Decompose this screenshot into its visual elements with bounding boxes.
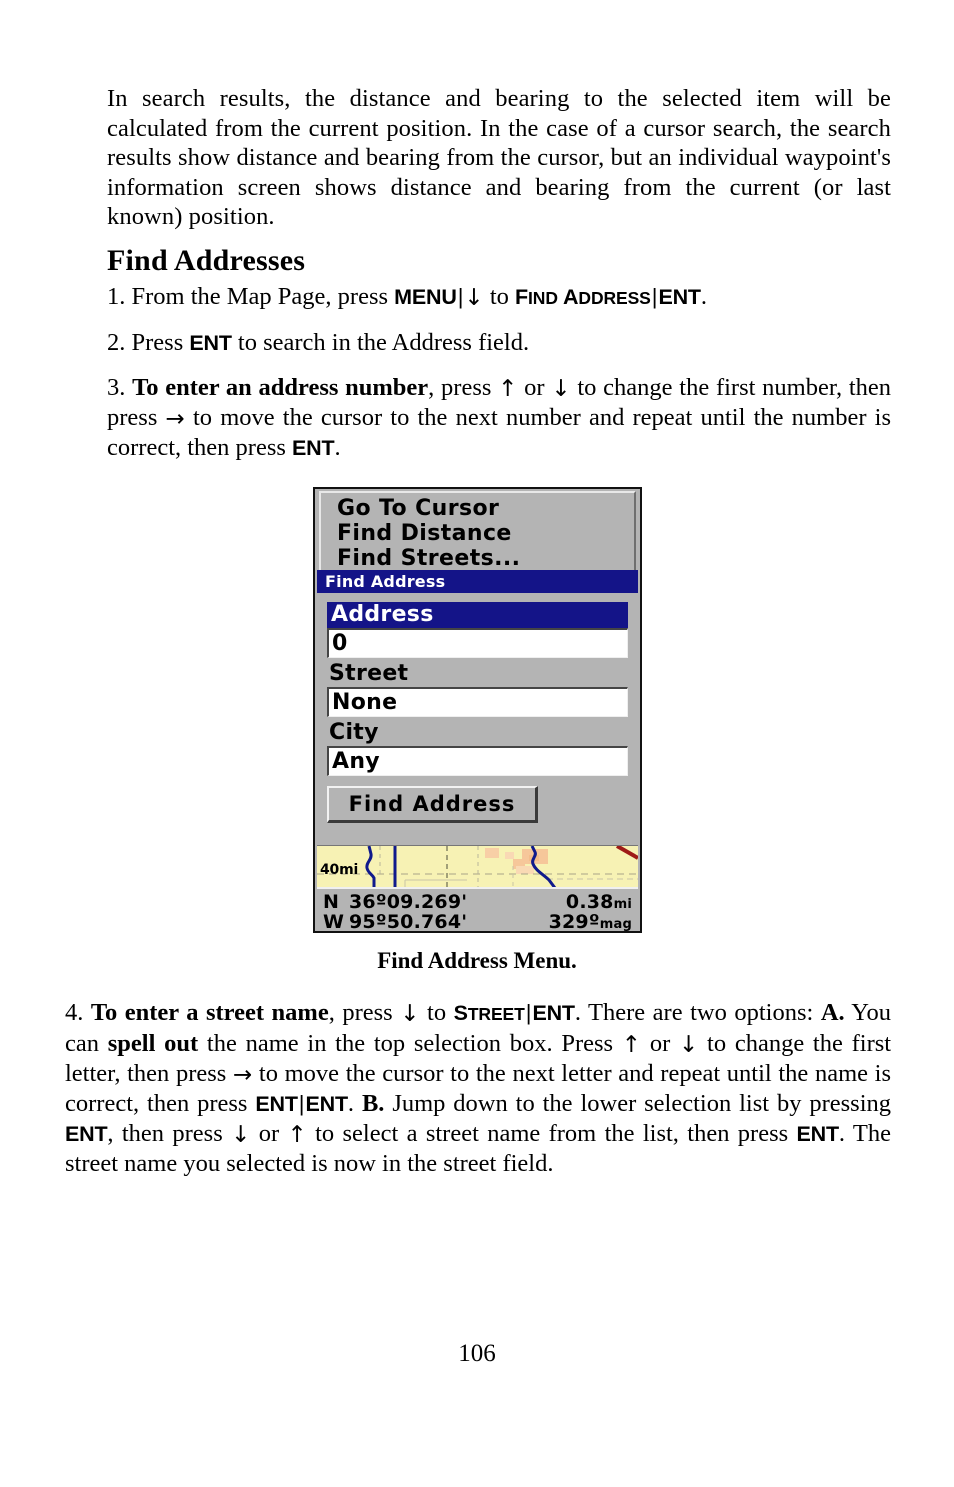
menu-item-find-streets[interactable]: Find Streets...	[337, 546, 634, 571]
map-graphics	[317, 846, 638, 888]
intro-paragraph: In search results, the distance and bear…	[107, 85, 891, 230]
arrow-down-icon-3: ↓	[231, 1122, 251, 1148]
document-page: In search results, the distance and bear…	[0, 0, 954, 1487]
button-row: Find Address	[327, 786, 628, 823]
page-number: 106	[458, 1340, 496, 1367]
lower-text-column: 4. To enter a street name, press ↓ to ST…	[65, 998, 891, 1179]
latitude-line: N 36º09.269' 0.38mi	[323, 891, 632, 913]
longitude-direction: W	[323, 911, 344, 933]
figure-device-screenshot: Go To Cursor Find Distance Find Streets.…	[313, 487, 642, 933]
find-address-dialog-body: Address 0 Street None City Any Find Addr…	[317, 593, 638, 845]
step-4-period: .	[347, 1090, 355, 1117]
step-3-text-4: to move the cursor to the next number an…	[107, 403, 892, 461]
step-1-text-1: From the Map Page, press	[131, 282, 389, 310]
bearing-readout: 329ºmag	[548, 911, 632, 933]
longitude-value: 95º50.764'	[349, 911, 468, 933]
step-4-text-3: . There are two options:	[574, 999, 814, 1026]
step-4-text-6: or	[649, 1030, 671, 1057]
step-3: 3. To enter an address number, press ↑ o…	[107, 373, 891, 463]
menu-street: STREET	[453, 1001, 525, 1025]
arrow-right-icon: →	[232, 1062, 253, 1088]
key-ent: ENT	[189, 330, 232, 355]
device-menu-list: Go To Cursor Find Distance Find Streets.…	[319, 491, 636, 571]
step-3-bold-lead: To enter an address number	[132, 373, 429, 401]
step-1-number: 1.	[107, 282, 126, 310]
street-input[interactable]: None	[327, 687, 628, 717]
bearing-unit: mag	[599, 917, 632, 932]
figure-caption: Find Address Menu.	[377, 948, 577, 973]
step-1-period: .	[700, 282, 707, 310]
step-1: 1. From the Map Page, press MENU|↓ to FI…	[107, 282, 891, 313]
key-ent: ENT	[532, 1001, 575, 1025]
label-city: City	[329, 720, 379, 745]
distance-value: 0.38	[565, 891, 614, 913]
step-4: 4. To enter a street name, press ↓ to ST…	[65, 998, 891, 1179]
step-4-bold-spell: spell out	[107, 1030, 199, 1057]
step-4-text-5: the name in the top selection box. Press	[206, 1030, 614, 1057]
step-2-text-1: Press	[131, 328, 184, 356]
step-3-period: .	[334, 433, 341, 461]
step-2-text-2: to search in the Address field.	[237, 328, 530, 356]
upper-text-column: In search results, the distance and bear…	[107, 84, 891, 463]
step-3-text-2: or	[524, 373, 545, 401]
step-2: 2. Press ENT to search in the Address fi…	[107, 328, 891, 358]
step-3-number: 3.	[107, 373, 126, 401]
distance-unit: mi	[613, 897, 632, 912]
step-2-number: 2.	[107, 328, 126, 356]
map-scale-label: 40mi	[320, 862, 359, 878]
step-4-text-10: Jump down to the lower selection list by…	[392, 1090, 892, 1117]
address-input[interactable]: 0	[327, 628, 628, 658]
latitude-value: 36º09.269'	[349, 891, 468, 913]
arrow-down-icon: ↓	[400, 1001, 420, 1027]
key-ent: ENT	[292, 435, 335, 460]
longitude-line: W 95º50.764' 329ºmag	[323, 911, 632, 931]
step-4-text-1: , press	[328, 999, 393, 1026]
arrow-up-icon-2: ↑	[287, 1122, 307, 1148]
city-input[interactable]: Any	[327, 746, 628, 776]
gps-device-screen: Go To Cursor Find Distance Find Streets.…	[313, 487, 642, 933]
label-street: Street	[329, 661, 409, 686]
key-ent: ENT	[658, 284, 701, 309]
arrow-up-icon: ↑	[498, 375, 518, 402]
arrow-right-icon: →	[165, 405, 185, 432]
menu-item-find-distance[interactable]: Find Distance	[337, 521, 634, 546]
option-b-label: B.	[361, 1090, 385, 1117]
step-4-number: 4.	[65, 999, 84, 1026]
key-separator-2: |	[298, 1091, 305, 1116]
find-address-button[interactable]: Find Address	[327, 786, 538, 823]
step-4-text-12: or	[258, 1120, 280, 1147]
step-4-text-11: , then press	[107, 1120, 223, 1147]
arrow-down-icon: ↓	[551, 375, 571, 402]
menu-find-address: FIND ADDRESS	[515, 284, 651, 309]
key-menu: MENU	[394, 284, 457, 309]
arrow-down-icon: ↓	[464, 284, 484, 311]
bearing-value: 329º	[548, 911, 600, 933]
map-preview-strip[interactable]: 40mi	[317, 845, 638, 888]
step-4-text-2: to	[427, 999, 447, 1026]
distance-readout: 0.38mi	[566, 891, 632, 913]
latitude-direction: N	[323, 891, 339, 913]
step-4-text-13: to select a street name from the list, t…	[315, 1120, 789, 1147]
coordinate-readout: N 36º09.269' 0.38mi W 95º50.764' 329ºmag	[317, 887, 638, 931]
arrow-down-icon-2: ↓	[679, 1032, 699, 1058]
label-address[interactable]: Address	[327, 602, 628, 628]
option-a-label: A.	[820, 999, 845, 1026]
key-ent-5: ENT	[796, 1122, 840, 1146]
menu-item-go-to-cursor[interactable]: Go To Cursor	[337, 496, 634, 521]
key-ent-3: ENT	[305, 1092, 349, 1116]
step-1-text-2: to	[489, 282, 509, 310]
key-ent-2: ENT	[255, 1092, 298, 1116]
section-heading: Find Addresses	[107, 243, 306, 277]
step-3-text-1: , press	[428, 373, 492, 401]
key-ent-4: ENT	[65, 1122, 108, 1146]
dialog-title-bar: Find Address	[317, 570, 638, 593]
step-4-bold-lead: To enter a street name	[90, 999, 329, 1026]
arrow-up-icon: ↑	[621, 1032, 642, 1058]
